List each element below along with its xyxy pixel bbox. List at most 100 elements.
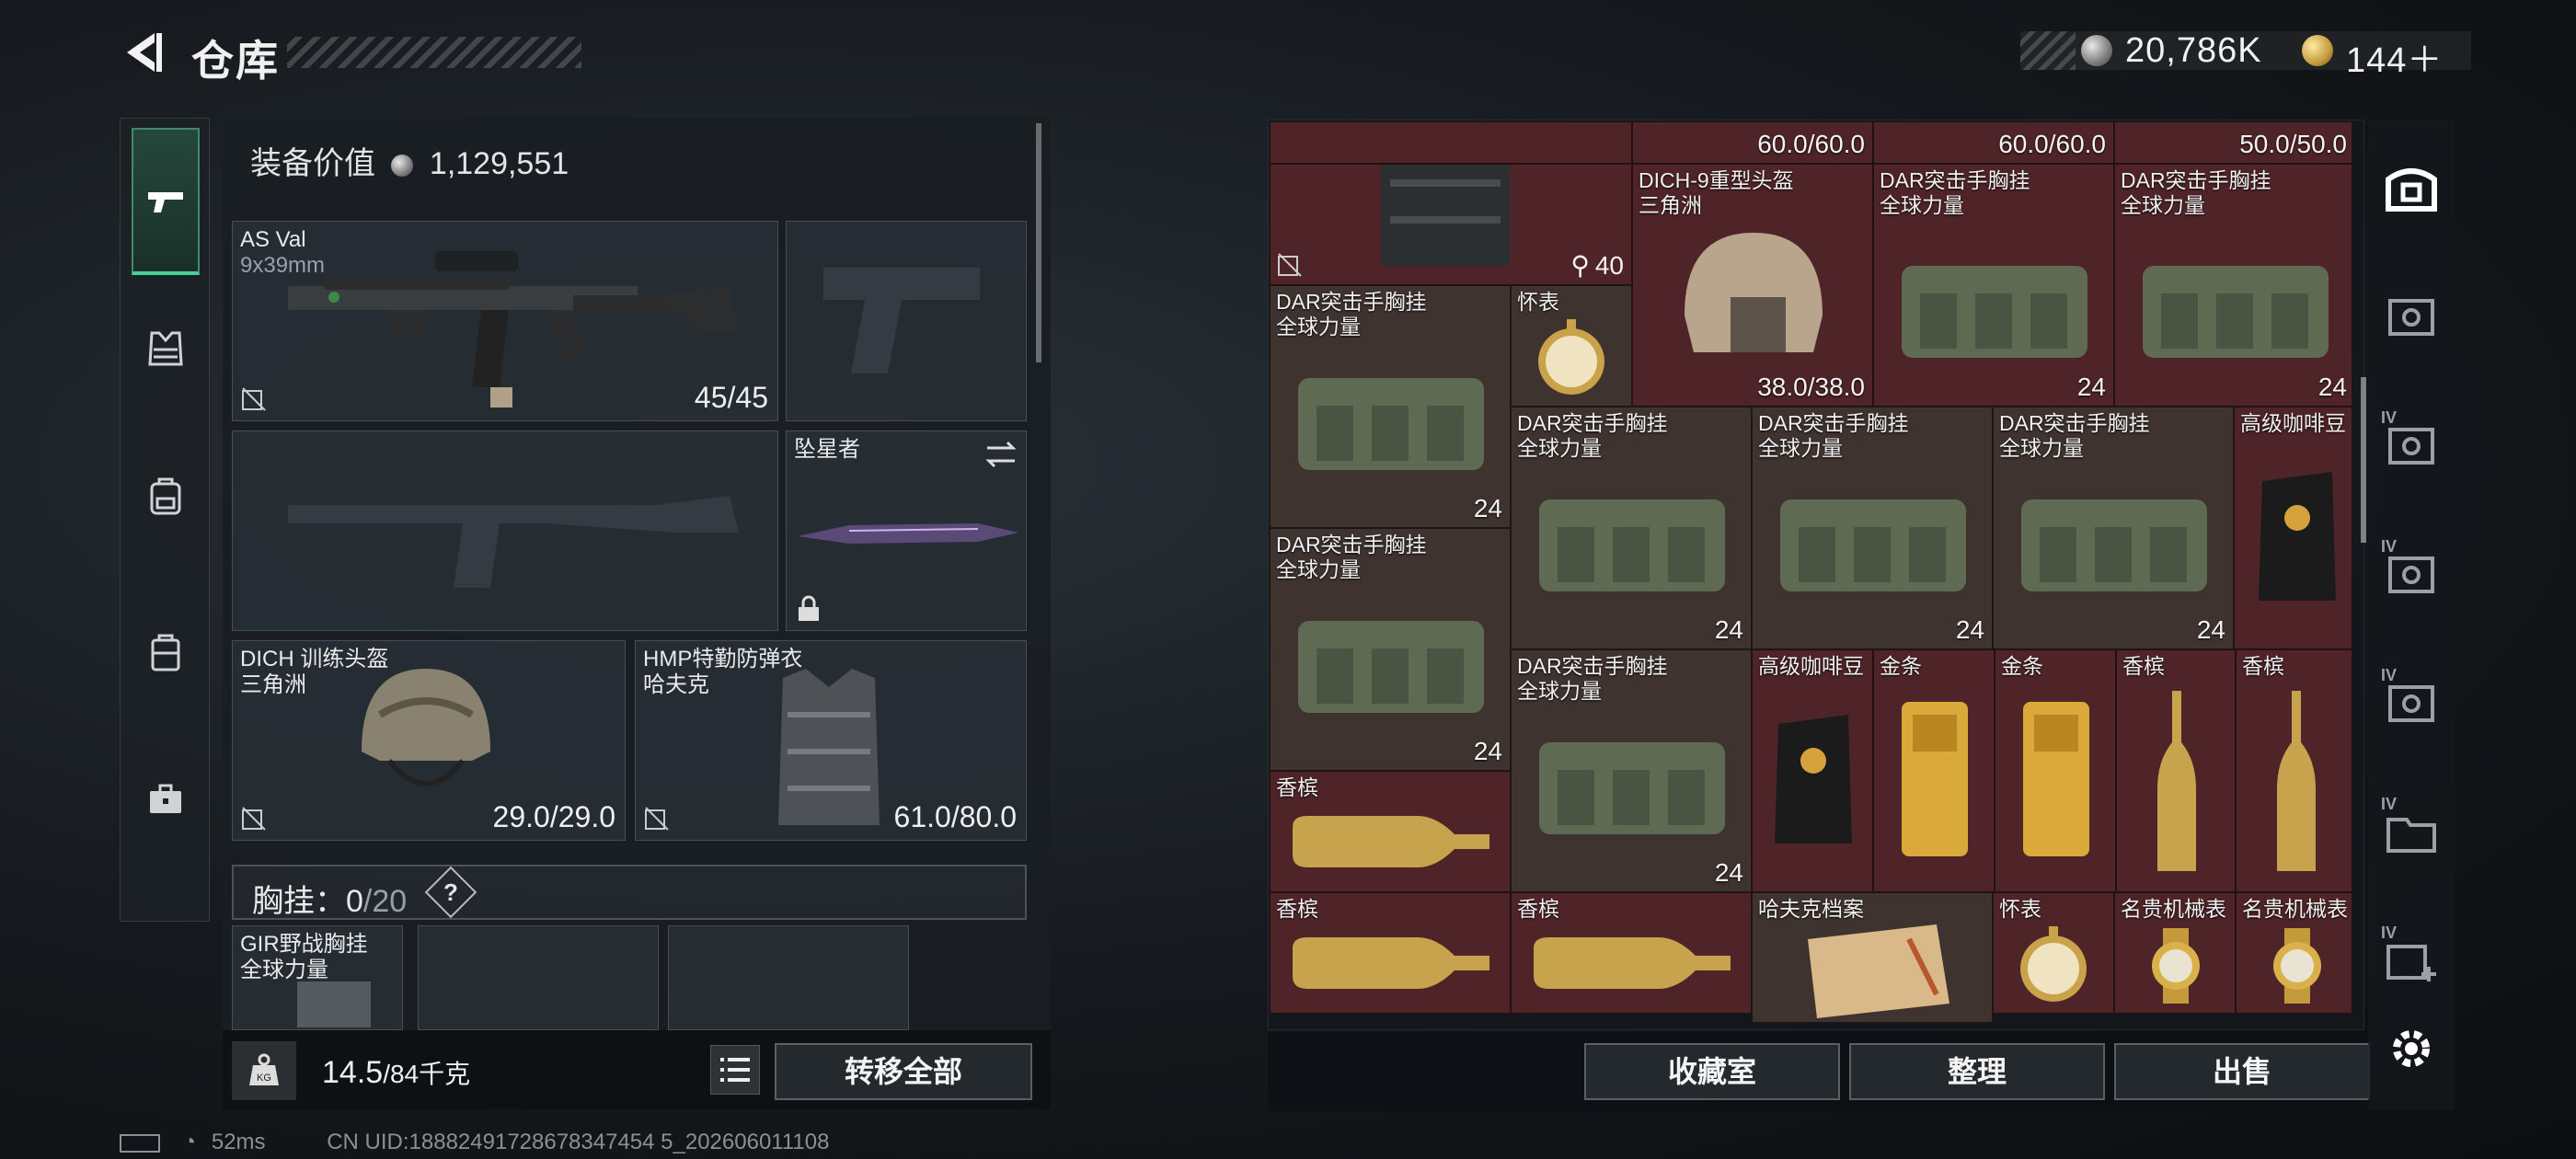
- stash-item-dar-rig[interactable]: DAR突击手胸挂 全球力量 24: [1270, 285, 1511, 528]
- secondary-weapon-slot[interactable]: [232, 430, 778, 631]
- dar-rig-icon: [2021, 499, 2207, 591]
- uid: CN UID:18882491728678347454 5_2026060111…: [327, 1130, 830, 1154]
- stash-grid: 60.0/60.0 60.0/60.0 50.0/50.0 ⚲ 40 DICH-9…: [1270, 121, 2352, 1023]
- stash-cell-top-c[interactable]: 60.0/60.0: [1873, 121, 2114, 164]
- gold-coin-icon: [2302, 35, 2333, 66]
- no-insurance-icon: [645, 807, 669, 831]
- stash-item-dar-rig[interactable]: DAR突击手胸挂 全球力量 24: [1511, 649, 1752, 892]
- carry-weight-current: 14.5: [322, 1055, 384, 1090]
- champagne-bottle-icon: [2157, 691, 2196, 871]
- gear-icon: [2393, 1030, 2430, 1067]
- gold-bar-icon: [2023, 702, 2089, 856]
- safe-filter-icon: [2388, 428, 2434, 465]
- chest-rig-label: 胸挂：: [252, 884, 346, 919]
- tier-tag: IV: [2381, 795, 2398, 813]
- stash-cell-top-d[interactable]: 50.0/50.0: [2114, 121, 2352, 164]
- stash-item-gold-bar[interactable]: 金条: [1995, 649, 2116, 892]
- nav-backpack[interactable]: [132, 422, 200, 569]
- armor-slot[interactable]: HMP特勤防弹衣 哈夫克 61.0/80.0: [635, 640, 1027, 841]
- stash-item-vest[interactable]: ⚲ 40: [1270, 164, 1632, 285]
- heavy-helmet-icon: [1685, 233, 1823, 352]
- gold-amount[interactable]: 144＋: [2346, 31, 2443, 82]
- silver-coin-icon: [2081, 35, 2112, 66]
- rig-pocket-2[interactable]: [668, 925, 909, 1030]
- armor-durability: 61.0/80.0: [893, 800, 1017, 833]
- stash-item-dar-rig[interactable]: DAR突击手胸挂 全球力量 24: [1270, 528, 1511, 771]
- rig-pocket-1[interactable]: [418, 925, 659, 1030]
- stash-item-gold-bar[interactable]: 金条: [1873, 649, 1995, 892]
- stash-cell-top-a[interactable]: [1270, 121, 1632, 164]
- list-view-button[interactable]: [710, 1045, 760, 1095]
- dar-rig-icon: [1298, 378, 1484, 470]
- sort-button[interactable]: 整理: [1849, 1043, 2105, 1100]
- chest-rig-max: /20: [362, 884, 408, 919]
- back-button[interactable]: [118, 28, 167, 77]
- stash-item-dar-rig[interactable]: DAR突击手胸挂 全球力量 24: [1993, 407, 2234, 649]
- stash-item-harvard-file[interactable]: 哈夫克档案: [1752, 892, 1993, 1023]
- safe-filter-icon: [2388, 685, 2434, 722]
- document-folder-icon: [1808, 924, 1949, 1018]
- filter-tier-v[interactable]: [2374, 276, 2449, 357]
- transfer-all-button[interactable]: 转移全部: [775, 1043, 1032, 1100]
- wristwatch-icon: [2152, 928, 2200, 1004]
- nav-bag[interactable]: [132, 579, 200, 726]
- no-insurance-icon: [242, 807, 266, 831]
- stash-item-champagne[interactable]: 香槟: [1270, 771, 1511, 892]
- stash-item-pocket-watch[interactable]: 怀表: [1993, 892, 2114, 1014]
- primary-weapon-slot[interactable]: AS Val 9x39mm 45/45: [232, 221, 778, 421]
- stash-item-pocket-watch[interactable]: 怀表: [1511, 285, 1632, 407]
- backpack-icon: [150, 477, 181, 515]
- helmet-slot[interactable]: DICH 训练头盔 三角洲 29.0/29.0: [232, 640, 626, 841]
- nav-case[interactable]: [132, 726, 200, 873]
- equipment-scrollbar[interactable]: [1036, 123, 1041, 362]
- stash-item-luxury-watch[interactable]: 名贵机械表: [2114, 892, 2236, 1014]
- dar-rig-icon: [1539, 742, 1725, 834]
- sidearm-slot[interactable]: [786, 221, 1027, 421]
- melee-slot[interactable]: 坠星者: [786, 430, 1027, 631]
- collection-room-button[interactable]: 收藏室: [1584, 1043, 1840, 1100]
- safe-filter-icon: [2388, 299, 2434, 336]
- chest-rig-slot[interactable]: GIR野战胸挂 全球力量: [232, 925, 403, 1030]
- nav-weapons[interactable]: [132, 128, 200, 275]
- bag-icon: [151, 634, 180, 671]
- champagne-bottle-icon: [2277, 691, 2316, 871]
- wifi-icon: ◔: [182, 1130, 197, 1154]
- nav-armor[interactable]: [132, 275, 200, 422]
- helmet-durability: 29.0/29.0: [492, 800, 615, 833]
- stash-item-champagne[interactable]: 香槟: [2116, 649, 2236, 892]
- lock-icon: [799, 595, 819, 621]
- vest-item-icon: [1381, 165, 1510, 266]
- sell-button[interactable]: 出售: [2114, 1043, 2370, 1100]
- folder-filter-icon: [2386, 818, 2436, 853]
- stash-item-dar-rig[interactable]: DAR突击手胸挂 全球力量 24: [1752, 407, 1993, 649]
- stash-item-champagne[interactable]: 香槟: [1511, 892, 1752, 1014]
- swap-icon[interactable]: [983, 439, 1018, 470]
- stash-item-luxury-watch[interactable]: 名贵机械表: [2236, 892, 2352, 1014]
- safe-filter-icon: [2388, 557, 2434, 593]
- chest-rig-icon: [297, 981, 371, 1027]
- pocket-watch-icon: [2020, 926, 2087, 1002]
- carry-weight-max: /84千克: [383, 1060, 471, 1088]
- stash-item-dar-rig[interactable]: DAR突击手胸挂 全球力量 24: [1511, 407, 1752, 649]
- stash-item-coffee[interactable]: 高级咖啡豆: [2234, 407, 2352, 649]
- rifle-silhouette-icon: [288, 496, 739, 588]
- stash-cell-top-b[interactable]: 60.0/60.0: [1632, 121, 1873, 164]
- wristwatch-icon: [2273, 928, 2321, 1004]
- pistol-silhouette-icon: [823, 268, 980, 373]
- stash-item-dar-rig[interactable]: DAR突击手胸挂 全球力量 24: [2114, 164, 2352, 407]
- stash-item-champagne[interactable]: 香槟: [2236, 649, 2352, 892]
- stash-item-dar-rig[interactable]: DAR突击手胸挂 全球力量 24: [1873, 164, 2114, 407]
- settings-button[interactable]: [2374, 1008, 2449, 1089]
- as-val-rifle-icon: [288, 251, 739, 407]
- stash-item-coffee[interactable]: 高级咖啡豆: [1752, 649, 1873, 892]
- silver-amount: 20,786K: [2125, 31, 2262, 70]
- stash-scrollbar[interactable]: [2361, 377, 2366, 543]
- gold-bar-icon: [1902, 702, 1968, 856]
- filter-all[interactable]: [2374, 147, 2449, 228]
- svg-text:KG: KG: [257, 1073, 271, 1084]
- no-insurance-icon: [1278, 253, 1302, 277]
- stash-item-champagne[interactable]: 香槟: [1270, 892, 1511, 1014]
- stash-item-dich9-helmet[interactable]: DICH-9重型头盔 三角洲 38.0/38.0: [1632, 164, 1873, 407]
- kg-weight-icon: KG: [249, 1053, 279, 1085]
- equipment-value-amount: 1,129,551: [429, 146, 569, 181]
